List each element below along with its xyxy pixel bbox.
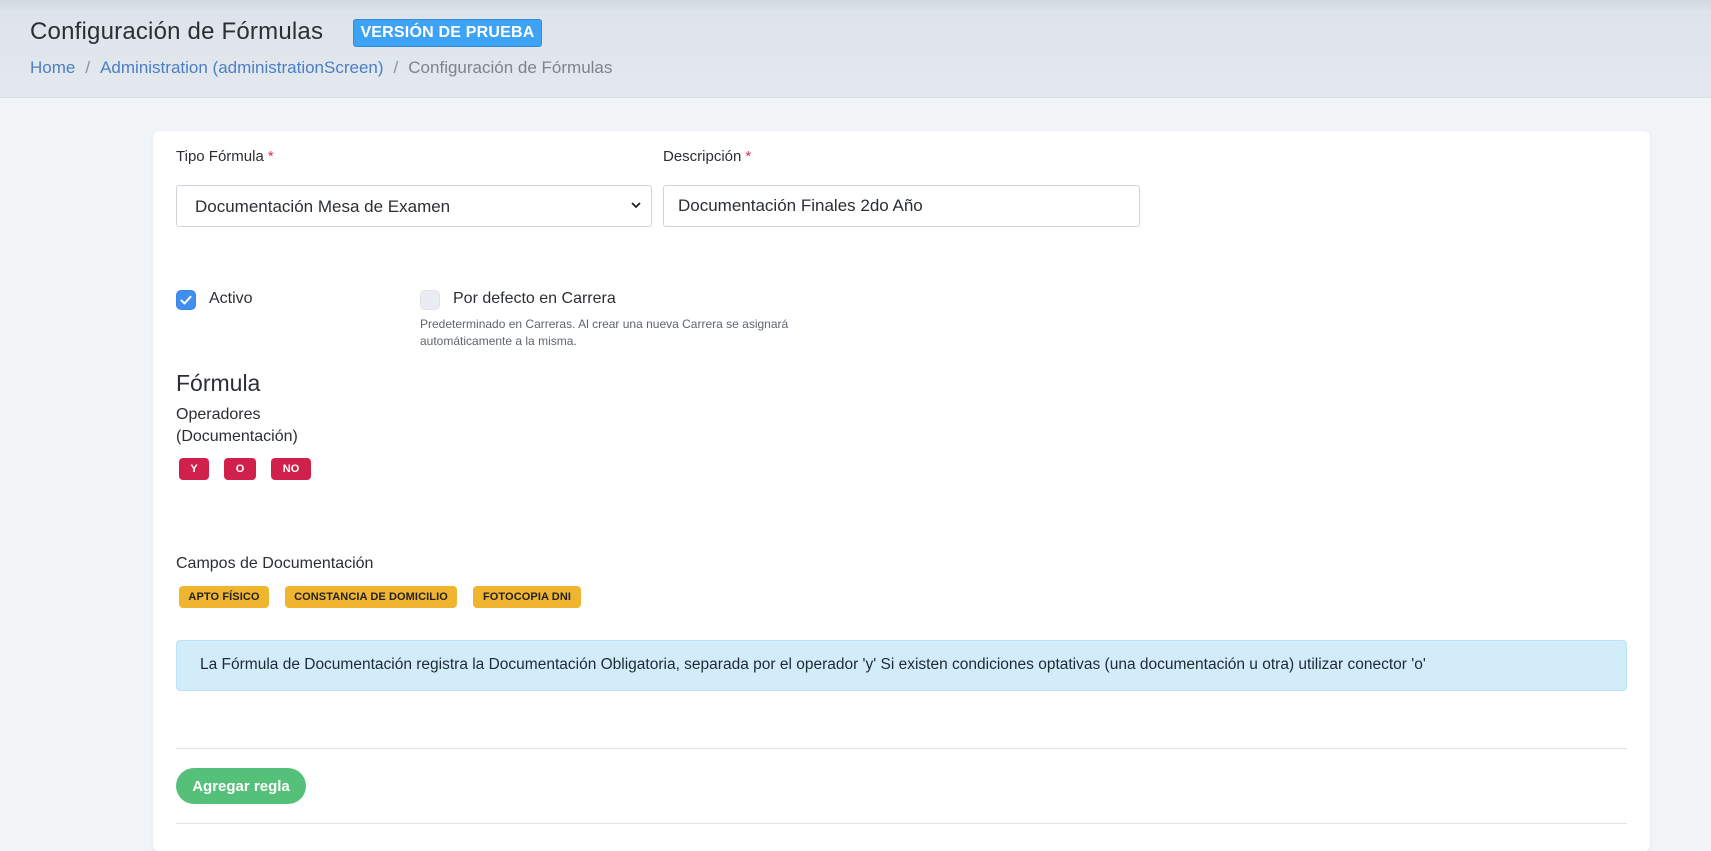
divider (176, 748, 1627, 749)
por-defecto-checkbox[interactable] (420, 290, 440, 310)
operators-label: Operadores (Documentación) (176, 406, 298, 445)
operator-no-button[interactable]: NO (271, 458, 311, 480)
formula-section-title: Fórmula (176, 370, 261, 396)
page-header: Configuración de Fórmulas VERSIÓN DE PRU… (0, 0, 1711, 98)
tipo-formula-label: Tipo Fórmula * (176, 148, 274, 165)
tipo-formula-label-text: Tipo Fórmula (176, 148, 264, 165)
descripcion-label-text: Descripción (663, 148, 742, 165)
chevron-down-icon (631, 202, 641, 209)
breadcrumb-separator: / (393, 58, 399, 77)
field-fotocopia-dni-button[interactable]: FOTOCOPIA DNI (473, 586, 581, 608)
activo-label: Activo (209, 290, 253, 307)
descripcion-input[interactable] (663, 185, 1140, 227)
breadcrumb-separator: / (85, 58, 91, 77)
breadcrumb: Home / Administration (administrationScr… (30, 58, 612, 78)
tipo-formula-select[interactable]: Documentación Mesa de Examen (176, 185, 652, 227)
divider (176, 823, 1627, 824)
documentation-fields-label: Campos de Documentación (176, 555, 374, 572)
formula-config-card (153, 131, 1650, 851)
field-apto-fisico-button[interactable]: APTO FÍSICO (179, 586, 269, 608)
required-mark: * (267, 148, 274, 165)
breadcrumb-current: Configuración de Fórmulas (408, 58, 613, 77)
tipo-formula-selected-value: Documentación Mesa de Examen (195, 197, 451, 216)
por-defecto-help-text: Predeterminado en Carreras. Al crear una… (420, 317, 789, 348)
breadcrumb-home-link[interactable]: Home (30, 58, 75, 78)
trial-version-badge: VERSIÓN DE PRUEBA (353, 19, 542, 47)
page-title: Configuración de Fórmulas (30, 18, 324, 45)
operator-o-button[interactable]: O (224, 458, 256, 480)
check-icon (180, 295, 192, 305)
info-alert: La Fórmula de Documentación registra la … (176, 640, 1627, 691)
por-defecto-label: Por defecto en Carrera (453, 290, 616, 307)
required-mark: * (745, 148, 752, 165)
activo-checkbox[interactable] (176, 290, 196, 310)
add-rule-button[interactable]: Agregar regla (176, 768, 306, 804)
field-constancia-domicilio-button[interactable]: CONSTANCIA DE DOMICILIO (285, 586, 457, 608)
breadcrumb-admin-link[interactable]: Administration (administrationScreen) (100, 58, 383, 78)
descripcion-label: Descripción * (663, 148, 751, 165)
operator-y-button[interactable]: Y (179, 458, 209, 480)
